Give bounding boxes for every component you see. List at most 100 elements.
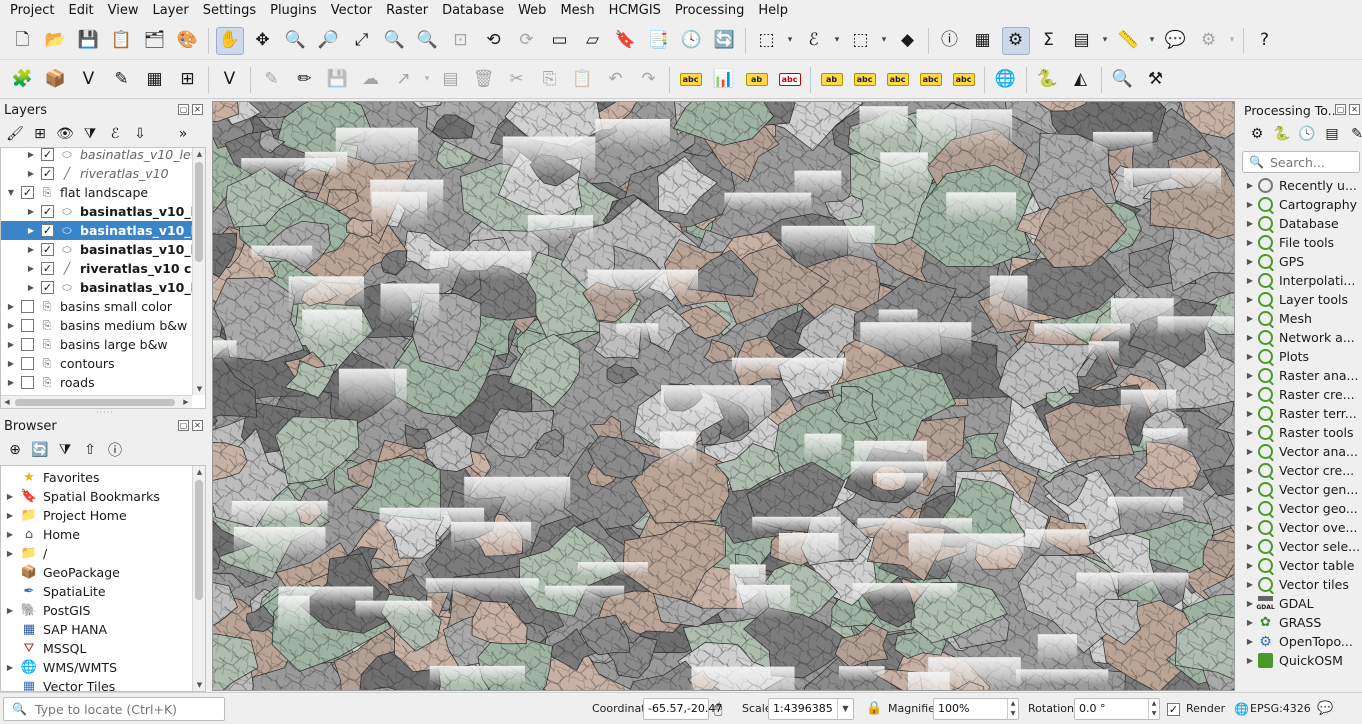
layer-visibility-checkbox[interactable] [21, 319, 34, 332]
redo-icon[interactable]: ↷ [635, 66, 663, 94]
hcmgis-icon[interactable]: ◭ [1067, 66, 1095, 94]
layer-visibility-checkbox[interactable]: ✓ [41, 205, 54, 218]
layer-visibility-checkbox[interactable] [21, 376, 34, 389]
layer-item[interactable]: ▶ ✓ ⬭ basinatlas_v10_lev [1, 278, 205, 297]
crs-globe-icon[interactable]: 🌐 [1234, 693, 1249, 724]
menu-help[interactable]: Help [751, 0, 795, 22]
layer-visibility-checkbox[interactable]: ✓ [41, 281, 54, 294]
processing-provider[interactable]: ▶ ⚙ OpenTopo... [1242, 632, 1362, 651]
chevron-right-icon[interactable]: ▶ [25, 207, 37, 216]
save-project-icon[interactable]: 💾 [75, 27, 103, 55]
refresh-icon[interactable]: 🔄 [29, 439, 51, 461]
browser-item[interactable]: ▶ 📁 Project Home [1, 506, 192, 525]
close-panel-icon[interactable]: ✕ [1349, 104, 1360, 115]
select-features-icon[interactable]: ⬚ [753, 27, 781, 55]
rotation-spinbox[interactable]: 0.0 ° ▲ ▼ [1074, 698, 1160, 720]
label-toolbar-icon[interactable]: abc [677, 66, 705, 94]
zoom-native-icon[interactable]: ⊡ [447, 27, 475, 55]
field-calculator-icon[interactable]: ▤ [1068, 27, 1096, 55]
float-panel-icon[interactable]: ▢ [178, 420, 189, 431]
chevron-right-icon[interactable]: ▶ [1242, 466, 1258, 475]
python-scripts-icon[interactable]: 🐍 [1271, 123, 1293, 145]
processing-provider[interactable]: ▶ Raster tools [1242, 423, 1362, 442]
menu-mesh[interactable]: Mesh [553, 0, 601, 22]
tile-scale-icon[interactable]: 🌐 [992, 66, 1020, 94]
chevron-right-icon[interactable]: ▶ [4, 511, 16, 520]
open-layer-styling-icon[interactable]: 🖌 [4, 123, 26, 145]
processing-provider[interactable]: ▶ Vector sele... [1242, 537, 1362, 556]
digitize-tool-icon[interactable]: ↗ [390, 66, 418, 94]
processing-provider[interactable]: ▶ Vector table [1242, 556, 1362, 575]
processing-provider[interactable]: ▶ ✿ GRASS [1242, 613, 1362, 632]
vertex-tool-icon[interactable]: V [216, 66, 244, 94]
layer-visibility-checkbox[interactable]: ✓ [41, 167, 54, 180]
dropdown-arrow-icon[interactable]: ▾ [1226, 27, 1238, 55]
pan-map-icon[interactable]: ✋ [215, 26, 244, 55]
map-canvas[interactable] [212, 101, 1235, 691]
processing-provider[interactable]: ▶ Recently u... [1242, 176, 1362, 195]
chevron-down-icon[interactable]: ▼ [5, 188, 17, 197]
browser-item[interactable]: ▶ 🔖 Spatial Bookmarks [1, 487, 192, 506]
add-geopackage-icon[interactable]: 📦 [42, 66, 70, 94]
messages-icon[interactable]: 💬 [1317, 693, 1333, 724]
help-icon[interactable]: ? [1251, 27, 1279, 55]
chevron-right-icon[interactable]: ▶ [1242, 219, 1258, 228]
layer-item[interactable]: ▶ ✓ ⬭ basinatlas_v10_lev [1, 221, 205, 240]
plugin-settings-icon[interactable]: ⚙ [1195, 27, 1223, 55]
label-unpinned-icon[interactable]: abc [776, 66, 804, 94]
new-bookmark-icon[interactable]: 🔖 [612, 27, 640, 55]
add-layer-icon[interactable]: 🧩 [9, 66, 37, 94]
processing-provider[interactable]: ▶ File tools [1242, 233, 1362, 252]
add-delimited-text-icon[interactable]: ✎ [108, 66, 136, 94]
temporal-controller-icon[interactable]: 🕓 [678, 27, 706, 55]
cut-features-icon[interactable]: ✂ [503, 66, 531, 94]
show-hide-labels-icon[interactable]: abc [851, 66, 879, 94]
menu-project[interactable]: Project [3, 0, 61, 22]
processing-provider[interactable]: ▶ Vector ove... [1242, 518, 1362, 537]
zoom-last-icon[interactable]: ⟲ [480, 27, 508, 55]
map-tips-icon[interactable]: 💬 [1162, 27, 1190, 55]
move-label-icon[interactable]: abc [884, 66, 912, 94]
models-icon[interactable]: ⚙ [1246, 123, 1268, 145]
add-selected-layers-icon[interactable]: ⊕ [4, 439, 26, 461]
locator-input[interactable]: 🔍 Type to locate (Ctrl+K) [3, 697, 225, 721]
dropdown-arrow-icon[interactable]: ▾ [1099, 27, 1111, 55]
chevron-right-icon[interactable]: ▶ [1242, 561, 1258, 570]
edit-features-in-place-icon[interactable]: ✎ [1346, 123, 1362, 145]
layer-visibility-checkbox[interactable]: ✓ [21, 186, 34, 199]
python-console-icon[interactable]: 🐍 [1034, 66, 1062, 94]
menu-raster[interactable]: Raster [379, 0, 435, 22]
browser-item[interactable]: ▶ 📁 / [1, 544, 192, 563]
layer-item[interactable]: ▶ ✓ ⬭ basinatlas_v10_lev [1, 240, 205, 259]
menu-hcmgis[interactable]: HCMGIS [602, 0, 668, 22]
label-pin-icon[interactable]: ab [743, 66, 771, 94]
filter-by-expression-icon[interactable]: ℰ [104, 123, 126, 145]
processing-provider[interactable]: ▶ Layer tools [1242, 290, 1362, 309]
chevron-right-icon[interactable]: ▶ [1242, 314, 1258, 323]
layers-vertical-scrollbar[interactable]: ▲ ▼ [192, 148, 205, 395]
toggle-editing-icon[interactable]: ✏ [291, 66, 319, 94]
statistical-summary-icon[interactable]: Σ [1035, 27, 1063, 55]
chevron-right-icon[interactable]: ▶ [1242, 580, 1258, 589]
processing-provider[interactable]: ▶ Vector tiles [1242, 575, 1362, 594]
processing-provider[interactable]: ▶ Raster ana... [1242, 366, 1362, 385]
browser-item[interactable]: ✒ SpatiaLite [1, 582, 192, 601]
close-panel-icon[interactable]: ✕ [192, 420, 203, 431]
layer-item[interactable]: ▶ ⎘ contours [1, 354, 192, 373]
chevron-right-icon[interactable]: ▶ [5, 359, 17, 368]
add-virtual-layer-icon[interactable]: ▦ [141, 66, 169, 94]
layers-horizontal-scrollbar[interactable]: ◀ ▶ [1, 395, 192, 408]
chevron-right-icon[interactable]: ▶ [1242, 181, 1258, 190]
chevron-right-icon[interactable]: ▶ [1242, 542, 1258, 551]
layer-visibility-checkbox[interactable]: ✓ [41, 243, 54, 256]
history-icon[interactable]: 🕓 [1296, 123, 1318, 145]
menu-settings[interactable]: Settings [196, 0, 263, 22]
diagram-options-icon[interactable]: 📊 [710, 66, 738, 94]
results-viewer-icon[interactable]: ▤ [1321, 123, 1343, 145]
float-panel-icon[interactable]: ▢ [1335, 104, 1346, 115]
chevron-right-icon[interactable]: ▶ [25, 226, 37, 235]
new-map-view-icon[interactable]: ▭ [546, 27, 574, 55]
chevron-right-icon[interactable]: ▶ [1242, 200, 1258, 209]
identify-features-icon[interactable]: ⓘ [936, 27, 964, 55]
chevron-right-icon[interactable]: ▶ [1242, 371, 1258, 380]
